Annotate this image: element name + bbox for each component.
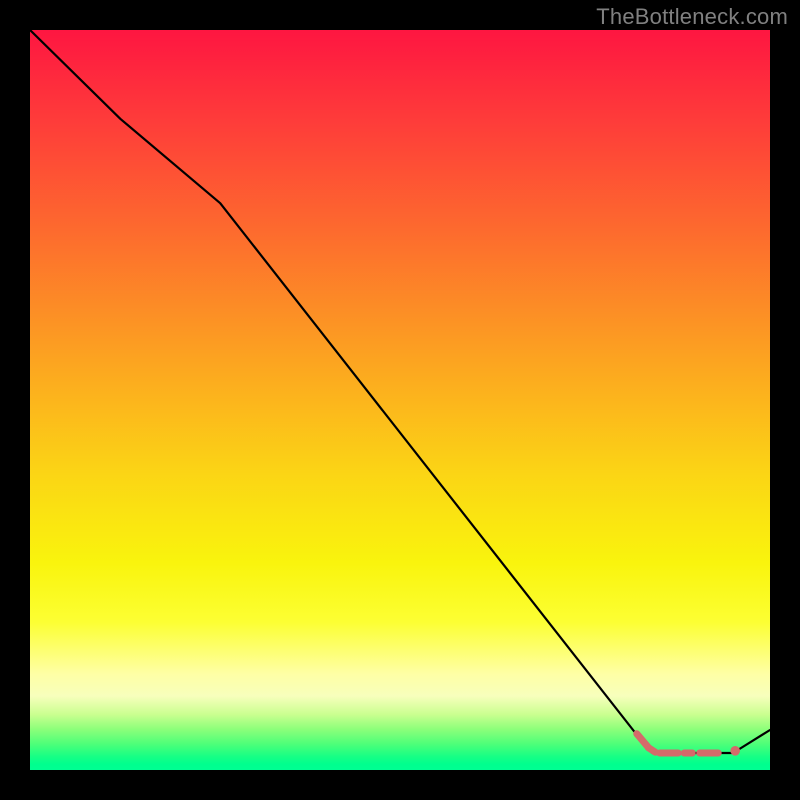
marker-dash: [649, 748, 656, 752]
chart-overlay: [30, 30, 770, 770]
series-curve: [30, 30, 770, 753]
chart-stage: TheBottleneck.com: [0, 0, 800, 800]
plot-area: [30, 30, 770, 770]
attribution-label: TheBottleneck.com: [596, 4, 788, 30]
marker-dot: [730, 746, 740, 756]
